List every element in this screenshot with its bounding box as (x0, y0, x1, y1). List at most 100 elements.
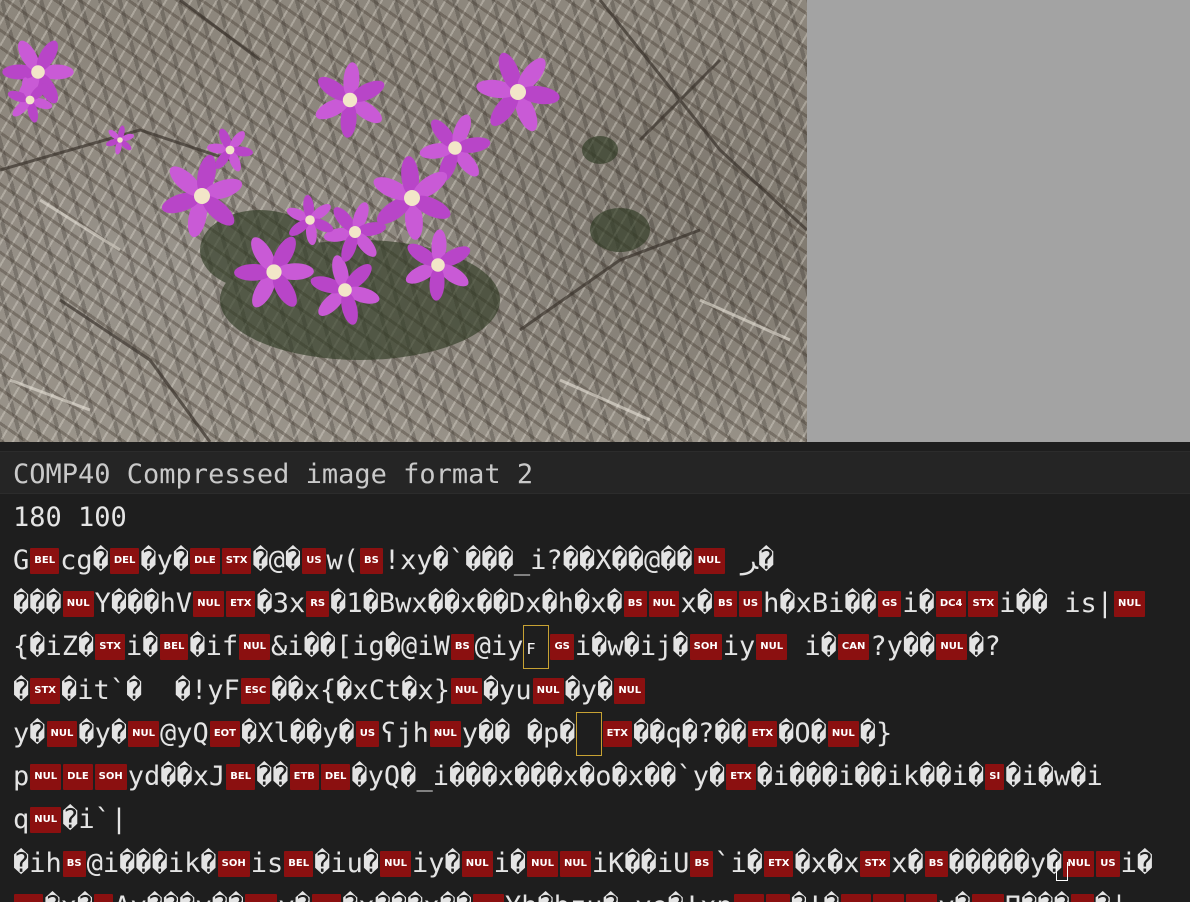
line-text: �3x (256, 588, 306, 619)
line-text: `i� (714, 848, 764, 879)
line-text: Π��� (1005, 885, 1070, 902)
line-text: �if (189, 631, 239, 662)
line-text: @i���ik� (86, 848, 217, 879)
control-char-badge: NUL (46, 720, 78, 747)
control-char-badge: DEL (109, 547, 140, 574)
line-text: i�� is| (999, 588, 1113, 619)
line-text: �y� (564, 675, 614, 706)
editor-line[interactable]: � STX �it`� �!yF ESC ��x{�xCt�x} NUL �yu NUL �y�… (0, 668, 1190, 711)
control-char-badge: ESC (240, 677, 271, 704)
flower (315, 62, 385, 138)
control-char-badge: NUL (461, 850, 493, 877)
line-text: �x�x (794, 848, 860, 879)
line-text: 180 100 (13, 502, 127, 533)
control-char-badge: NUL (840, 893, 872, 902)
line-text: �i`| (62, 804, 128, 835)
line-text: @iy (474, 631, 524, 662)
line-text: �!� (791, 885, 840, 902)
control-char-badge: NUL (128, 720, 160, 747)
control-char-badge: US (355, 720, 380, 747)
control-char-badge: SOH (971, 893, 1004, 902)
line-text: i�w�ij� (574, 631, 689, 662)
line-text: y� (13, 718, 46, 749)
line-text: iy (722, 631, 756, 662)
line-text: �i���i��ik��i� (756, 761, 985, 792)
line-text: iy� (411, 848, 461, 879)
control-char-badge: US (302, 547, 326, 574)
line-text: q (13, 804, 30, 835)
line-text: �? (968, 631, 1001, 662)
line-text: ��q�?�� (632, 718, 747, 749)
line-text: i� (902, 588, 935, 619)
editor-line[interactable]: y� NUL �y� NUL @yQ EOT �Xl��y� US ʕjh NUL y�� �p� E… (0, 711, 1190, 756)
text-editor-pane[interactable]: COMP40 Compressed image format 2 180 100 G… (0, 442, 1190, 902)
control-char-badge: BS (690, 850, 714, 877)
control-char-badge: BS (1070, 893, 1094, 902)
line-text: �| (1095, 885, 1128, 902)
control-char-badge: US (1096, 850, 1120, 877)
control-char-badge: GS (550, 633, 574, 660)
control-char-badge: NUL (473, 893, 505, 902)
line-text: �i�w�i (1005, 761, 1103, 792)
control-char-badge: NUL (532, 677, 564, 704)
control-char-badge: BS (623, 590, 647, 617)
control-char-badge: BEL (30, 547, 60, 574)
line-text: �@� (252, 545, 302, 576)
line-text: G (13, 545, 30, 576)
control-char-badge: DLE (190, 547, 220, 574)
control-char-badge: NUL (30, 806, 62, 833)
control-char-badge: NUL (1114, 590, 1145, 617)
editor-line[interactable]: G BEL cg� DEL �y� DLE STX �@� US w(BS !xy�`���_i?�… (0, 538, 1190, 581)
editor-line[interactable]: p NUL DLE SOH yd��xJ BEL �� ETB DEL �yQ�_i���x���… (0, 754, 1190, 797)
control-char-badge: ETX (311, 893, 342, 902)
control-char-badge: STX (221, 547, 252, 574)
control-char-badge: SOH (217, 850, 250, 877)
line-text: is (250, 848, 284, 879)
control-char-badge: SI (94, 893, 114, 902)
control-char-badge: NUL (193, 590, 225, 617)
editor-line[interactable]: {�iZ�STXi�BEL�ifNUL&i��[ig�@iWBS@iyGSi�w… (0, 624, 1190, 671)
editor-line[interactable]: ETX�x�SIAy���y��SOHy�ETX�x���x��NULYh�bz… (0, 884, 1190, 902)
control-char-badge: ETX (226, 590, 256, 617)
line-text: p (13, 761, 30, 792)
line-text: y� (938, 885, 971, 902)
line-text: i� (493, 848, 527, 879)
line-text: x� (891, 848, 924, 879)
line-text: y� (278, 885, 311, 902)
line-text: �yQ�_i���x���x�o�x��`y� (351, 761, 726, 792)
control-char-badge: NUL (451, 677, 482, 704)
control-char-badge: STX (968, 590, 999, 617)
control-char-badge: US (766, 893, 790, 902)
image-viewer (0, 0, 1190, 442)
editor-line[interactable]: COMP40 Compressed image format 2 (0, 451, 1190, 494)
editor-line[interactable]: �ih BS @i���ik� SOH is BEL �iu� NUL iy� NUL i� NUL N… (0, 841, 1190, 884)
control-char-badge: NUL (614, 677, 646, 704)
control-char-badge: SOH (245, 893, 278, 902)
line-text: �y� (78, 718, 128, 749)
highlighted-char (575, 711, 602, 756)
control-char-badge: RS (306, 590, 330, 617)
line-text: {�iZ� (13, 631, 95, 662)
line-text: i� (1120, 848, 1154, 879)
line-text: Ay���y�� (114, 885, 244, 902)
text-cursor (1056, 862, 1068, 881)
flower (476, 52, 560, 132)
editor-line[interactable]: ��� NUL Y���hV NUL ETX �3x RS �1�Bwx��x��Dx�h�x… (0, 581, 1190, 624)
line-text: !xy�`���_i?��X��@�� (383, 545, 693, 576)
editor-line[interactable]: 180 100 (0, 495, 1190, 538)
line-text: �Xl��y� (240, 718, 355, 749)
control-char-badge: CAN (837, 633, 870, 660)
control-char-badge: NUL (873, 893, 905, 902)
line-text: w( (326, 545, 360, 576)
editor-line[interactable]: q NUL �i`| (0, 797, 1190, 840)
control-char-badge: NUL (756, 633, 788, 660)
control-char-badge: BS (62, 850, 86, 877)
line-text: �1�Bwx��x��Dx�h�x� (330, 588, 623, 619)
line-text: ��x{�xCt�x} (271, 675, 450, 706)
control-char-badge: NUL (906, 893, 938, 902)
flower-photo (0, 0, 807, 442)
line-text: �� (256, 761, 289, 792)
line-text: �yu (482, 675, 532, 706)
flower-drawing (0, 0, 807, 442)
line-text: �it`� �!yF (61, 675, 240, 706)
